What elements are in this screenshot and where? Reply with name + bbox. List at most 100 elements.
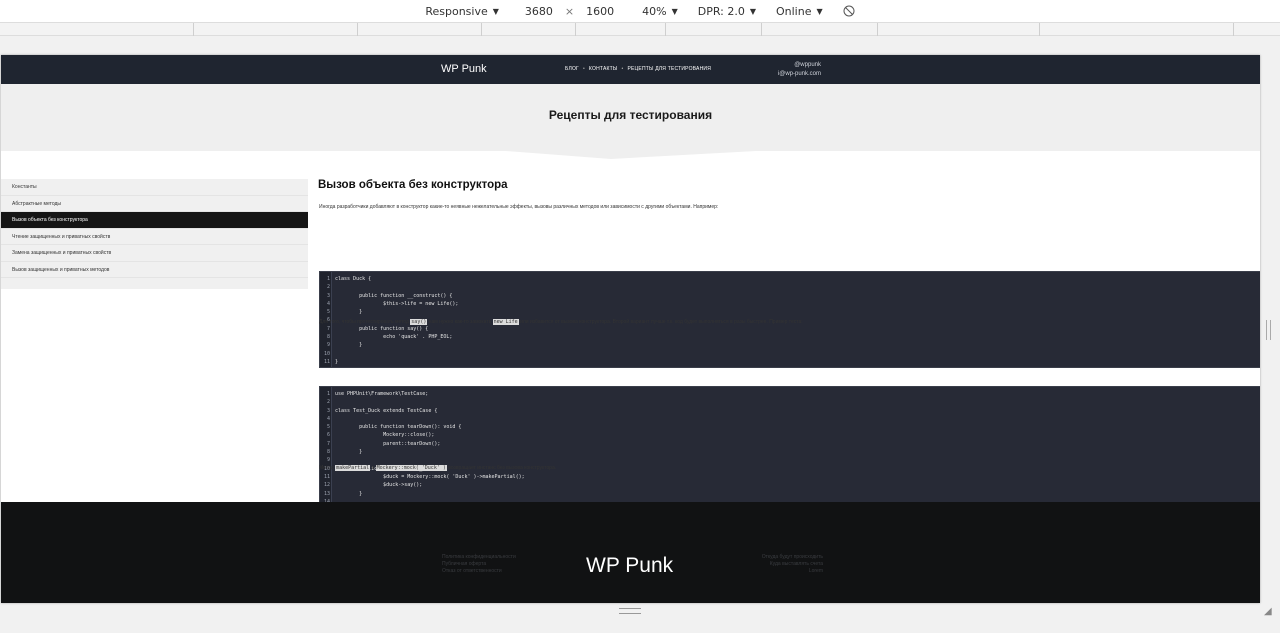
code-line: 7 public function say() { — [320, 325, 1260, 333]
code-line: 11 $duck = Mockery::mock( 'Duck' )->make… — [320, 473, 1260, 481]
code-text: } — [335, 449, 363, 456]
code-line: 2 — [320, 283, 1260, 291]
line-number: 5 — [326, 309, 330, 316]
footer-link[interactable]: Куда выставлять счета — [745, 561, 823, 568]
chevron-down-icon: ▼ — [749, 6, 756, 16]
text-segment: или избавится от вызова конструктора. Вт… — [518, 319, 803, 325]
site-logo[interactable]: WP Punk — [441, 63, 487, 75]
line-number: 2 — [326, 399, 330, 406]
viewport-height-input[interactable]: 1600 — [586, 5, 614, 18]
chevron-down-icon: ▼ — [492, 6, 499, 16]
viewport-width-input[interactable]: 3680 — [525, 5, 553, 18]
code-line: 1 class Duck { — [320, 275, 1260, 283]
inline-code: new Life — [492, 319, 519, 325]
site-header: WP Punk БЛОГ • КОНТАКТЫ • РЕЦЕПТЫ ДЛЯ ТЕ… — [1, 55, 1260, 84]
sidebar-item-call-private[interactable]: Вызов защищенных и приватных методов — [1, 262, 308, 278]
code-line: 5 } — [320, 308, 1260, 316]
header-contacts: @wppunk i@wp-punk.com — [761, 61, 821, 79]
footer-link[interactable]: Lorem — [745, 568, 823, 575]
line-number: 7 — [326, 440, 330, 447]
code-text: $duck->say(); — [335, 482, 423, 489]
code-line: 1 use PHPUnit\Framework\TestCase; — [320, 390, 1260, 398]
menu-item-blog[interactable]: БЛОГ — [565, 66, 579, 72]
hero: Рецепты для тестирования — [1, 84, 1260, 150]
code-line: 13 } — [320, 490, 1260, 498]
line-number: 3 — [326, 292, 330, 299]
rotate-button[interactable] — [843, 5, 855, 17]
device-mode-select[interactable]: Responsive ▼ — [425, 5, 499, 18]
line-number: 6 — [326, 432, 330, 439]
code-line: 11} — [320, 358, 1260, 366]
code-text: $this->life = new Life(); — [335, 300, 459, 307]
text-segment: Для того, чтобы протестировать метод — [319, 319, 411, 325]
article-paragraph: Метод makePartial в Mockery::mock( 'Duck… — [319, 465, 556, 471]
site-footer: Политика конфиденциальности Публичная оф… — [1, 502, 1260, 603]
inline-code: Mockery::mock( 'Duck' ) — [375, 465, 447, 471]
line-number: 8 — [326, 334, 330, 341]
dimension-separator: × — [564, 4, 575, 18]
article: Вызов объекта без конструктора Иногда ра… — [318, 177, 1260, 515]
sidebar-item-no-constructor[interactable]: Вызов объекта без конструктора — [1, 212, 308, 229]
code-line: 3 class Test_Duck extends TestCase { — [320, 407, 1260, 415]
media-query-bar[interactable] — [0, 22, 1280, 36]
menu-item-recipes[interactable]: РЕЦЕПТЫ ДЛЯ ТЕСТИРОВАНИЯ — [627, 66, 711, 72]
contact-handle[interactable]: @wppunk — [761, 61, 821, 70]
code-line: 5 public function tearDown(): void { — [320, 423, 1260, 431]
code-line: 4 — [320, 415, 1260, 423]
line-number: 1 — [326, 391, 330, 397]
line-number: 11 — [323, 358, 330, 365]
code-text: public function say() { — [335, 325, 429, 332]
devtools-toolbar: Responsive ▼ 3680 × 1600 40% ▼ DPR: 2.0 … — [0, 0, 1280, 22]
footer-link[interactable]: Политика конфиденциальности — [442, 554, 516, 561]
chevron-down-icon: ▼ — [816, 6, 823, 16]
dpr-select[interactable]: DPR: 2.0 ▼ — [698, 5, 756, 18]
code-line: 9 — [320, 456, 1260, 464]
code-line: 9 } — [320, 341, 1260, 349]
sidebar-item-abstract-methods[interactable]: Абстрактные методы — [1, 196, 308, 212]
network-label: Online — [776, 4, 812, 18]
footer-link[interactable]: Откуда будут происходить — [745, 554, 823, 561]
resize-handle-bottom[interactable] — [619, 608, 641, 614]
footer-logo[interactable]: WP Punk — [586, 554, 673, 578]
zoom-select[interactable]: 40% ▼ — [642, 5, 678, 18]
inline-code: say() — [410, 319, 428, 325]
contact-email[interactable]: i@wp-punk.com — [761, 70, 821, 79]
line-number: 11 — [323, 473, 330, 480]
code-lines: 1 use PHPUnit\Framework\TestCase; 2 3 class … — [320, 390, 1260, 514]
text-segment: возвращает инстанс без вызова конструкто… — [446, 465, 557, 471]
resize-corner-icon[interactable]: ◢ — [1264, 606, 1272, 617]
inline-code: makePartial — [335, 465, 371, 471]
sidebar-item-constants[interactable]: Константы — [1, 179, 308, 196]
code-text: public function tearDown(): void { — [335, 424, 462, 431]
sidebar-item-replace-private[interactable]: Замена защищенных и приватных свойств — [1, 245, 308, 262]
footer-link[interactable]: Публичная оферта — [442, 561, 516, 568]
dpr-label: DPR: 2.0 — [697, 4, 745, 18]
code-text: parent::tearDown(); — [335, 440, 441, 447]
code-line: 2 — [320, 398, 1260, 406]
menu-item-contacts[interactable]: КОНТАКТЫ — [589, 66, 618, 72]
device-mode-label: Responsive — [425, 4, 488, 18]
line-number: 5 — [326, 424, 330, 431]
article-paragraph: Иногда разработчики добавляют в конструк… — [319, 204, 719, 210]
emulated-viewport: WP Punk БЛОГ • КОНТАКТЫ • РЕЦЕПТЫ ДЛЯ ТЕ… — [1, 55, 1260, 603]
line-number: 9 — [326, 342, 330, 349]
network-throttle-select[interactable]: Online ▼ — [776, 5, 823, 18]
sidebar: Константы Абстрактные методы Вызов объек… — [1, 179, 308, 289]
chevron-down-icon: ▼ — [671, 6, 678, 16]
code-text: use PHPUnit\Framework\TestCase; — [335, 391, 429, 397]
sidebar-item-read-private[interactable]: Чтение защищенных и приватных свойств — [1, 229, 308, 245]
menu-separator: • — [621, 66, 624, 72]
code-line: 4 $this->life = new Life(); — [320, 300, 1260, 308]
line-number: 4 — [326, 300, 330, 307]
code-block: 1 use PHPUnit\Framework\TestCase; 2 3 class … — [319, 386, 1260, 515]
code-line: 6 Mockery::close(); — [320, 431, 1260, 439]
code-line: 7 parent::tearDown(); — [320, 440, 1260, 448]
menu-separator: • — [582, 66, 585, 72]
main-menu: БЛОГ • КОНТАКТЫ • РЕЦЕПТЫ ДЛЯ ТЕСТИРОВАН… — [565, 66, 711, 72]
code-line: 10 — [320, 350, 1260, 358]
footer-link[interactable]: Отказ от ответственности — [442, 568, 516, 575]
rotate-icon — [843, 5, 855, 17]
line-number: 7 — [326, 325, 330, 332]
resize-handle-right[interactable] — [1266, 320, 1271, 340]
zoom-label: 40% — [642, 4, 667, 18]
